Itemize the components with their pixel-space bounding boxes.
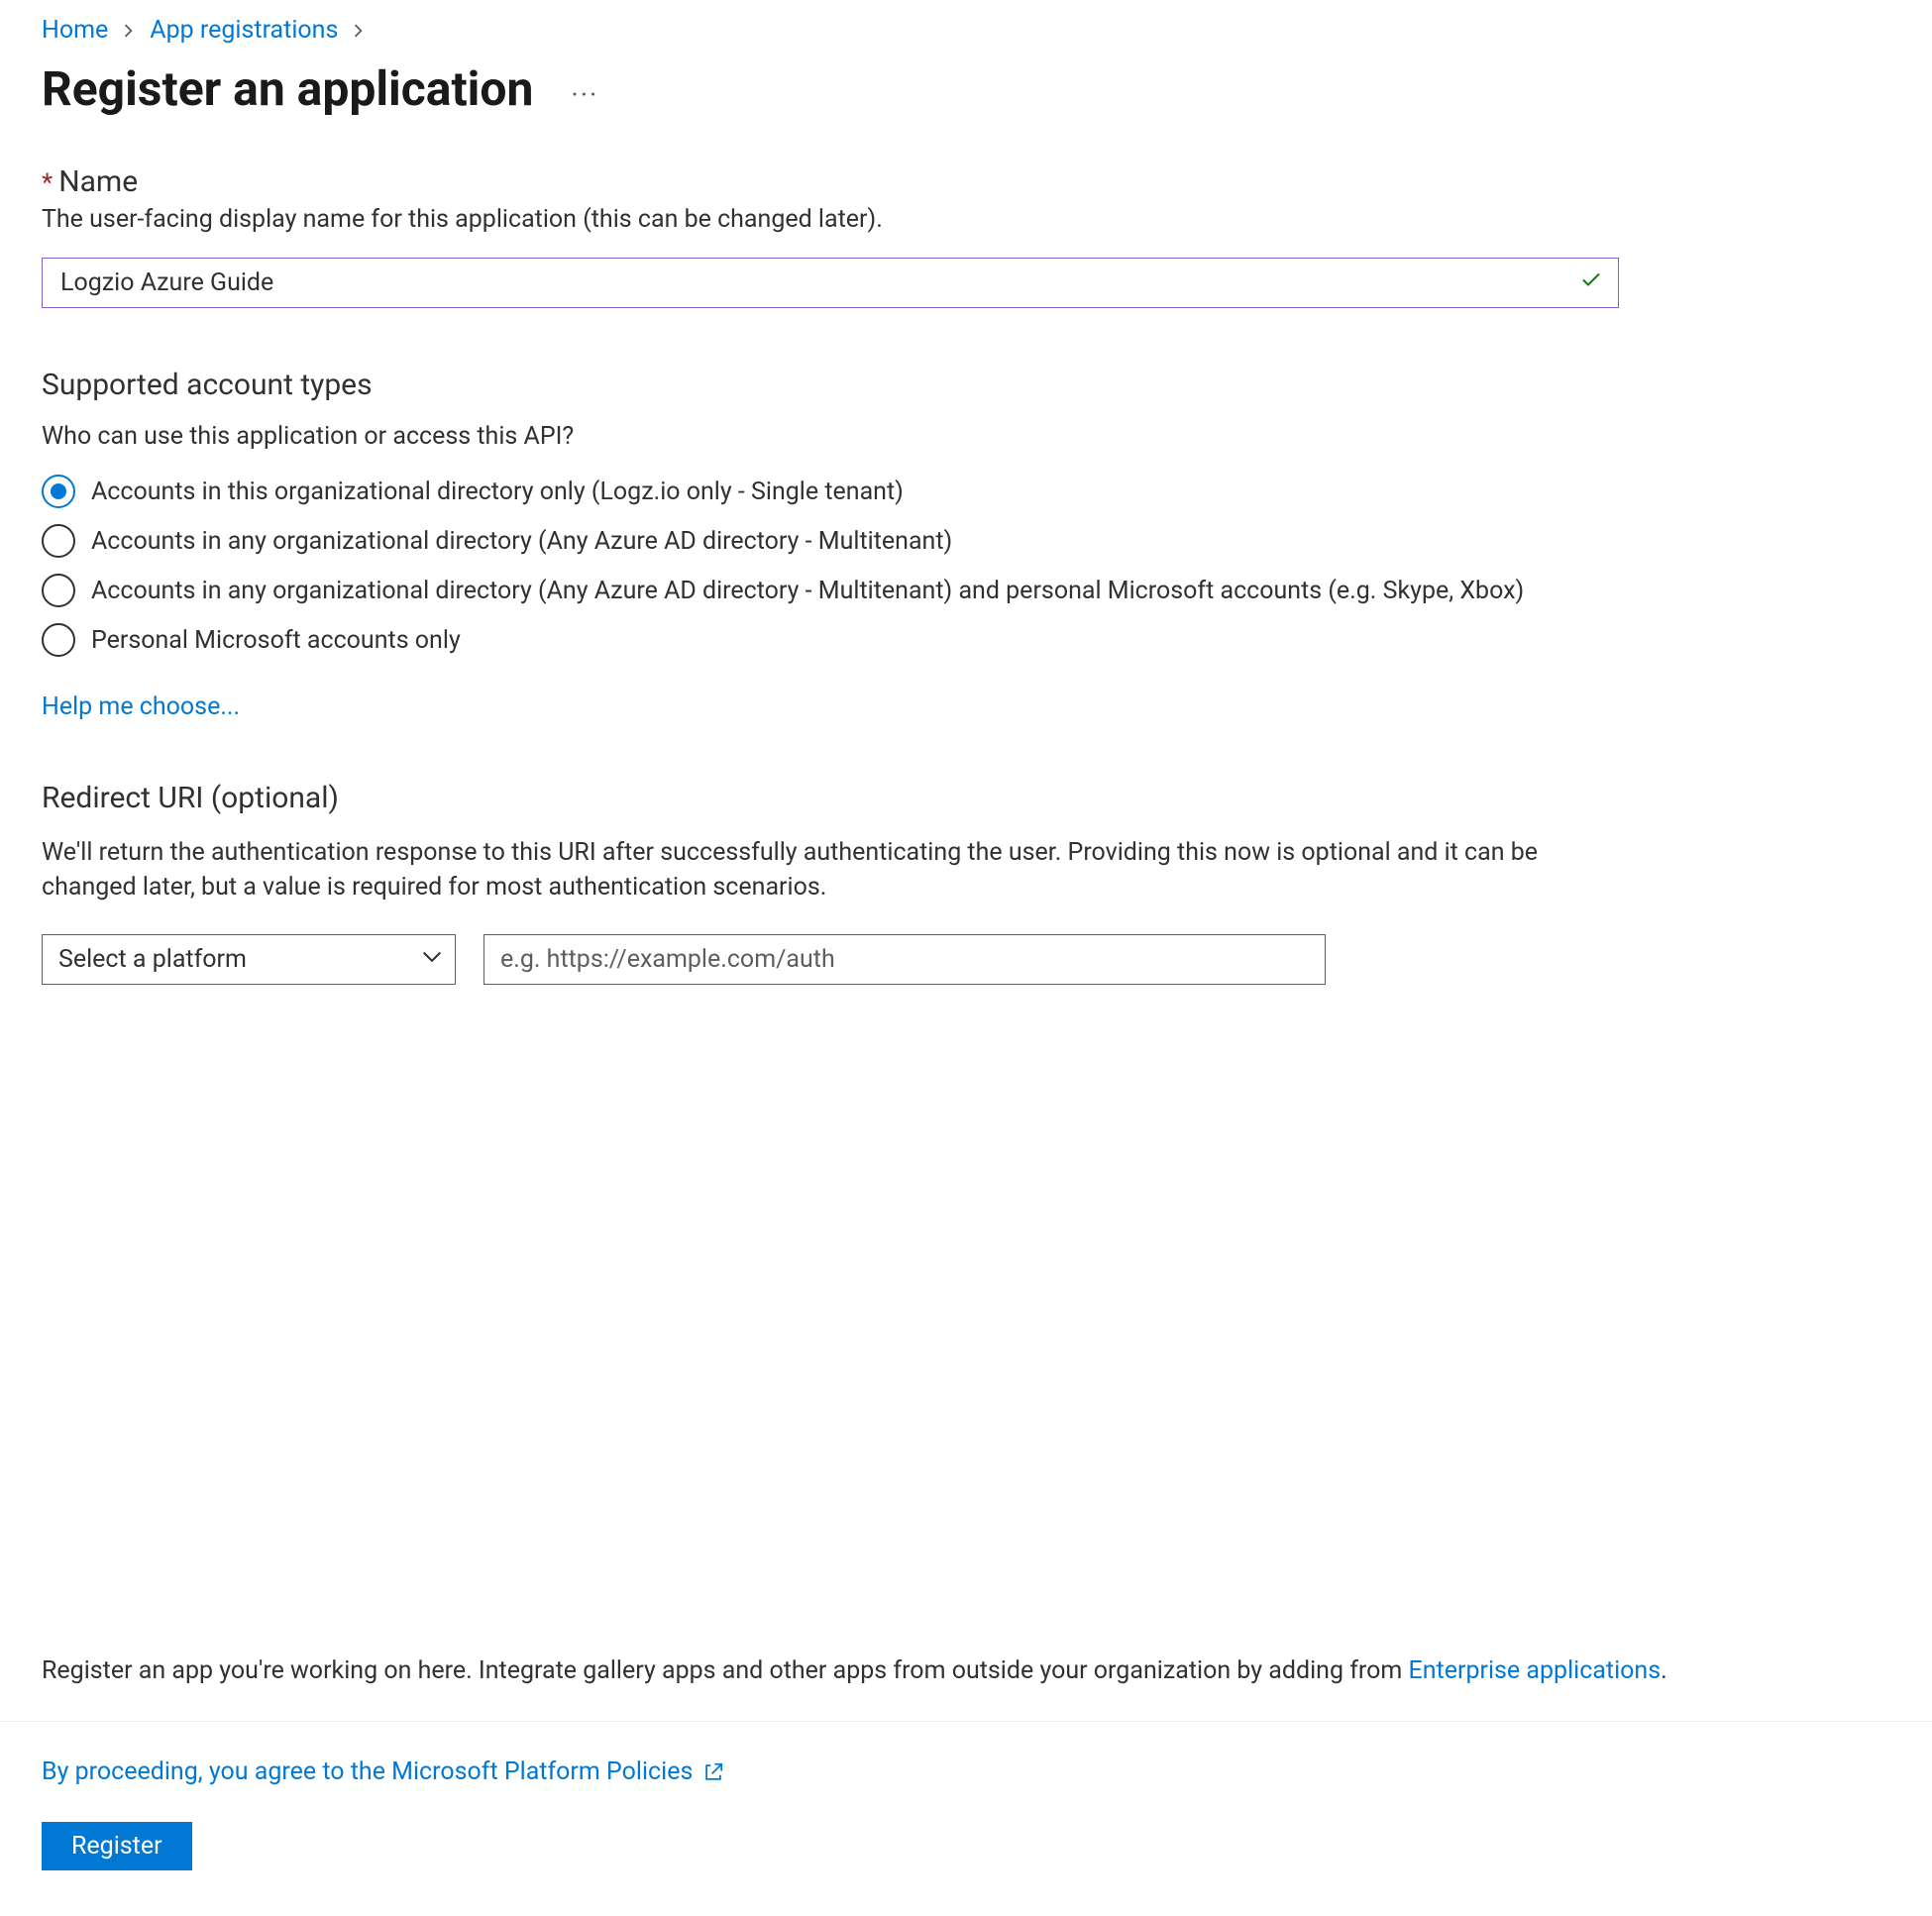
radio-icon	[42, 574, 75, 607]
redirect-uri-description: We'll return the authentication response…	[42, 835, 1617, 905]
breadcrumb: Home App registrations	[0, 0, 1932, 53]
radio-icon	[42, 524, 75, 558]
radio-multitenant[interactable]: Accounts in any organizational directory…	[42, 524, 1890, 558]
page-title-row: Register an application ···	[0, 53, 1932, 164]
radio-label: Personal Microsoft accounts only	[91, 626, 461, 655]
platform-policies-link[interactable]: By proceeding, you agree to the Microsof…	[42, 1757, 724, 1786]
redirect-uri-heading: Redirect URI (optional)	[42, 781, 1890, 815]
integrate-text: Register an app you're working on here. …	[0, 1656, 1932, 1721]
radio-personal-only[interactable]: Personal Microsoft accounts only	[42, 623, 1890, 657]
radio-multitenant-personal[interactable]: Accounts in any organizational directory…	[42, 574, 1890, 607]
enterprise-applications-link[interactable]: Enterprise applications	[1409, 1656, 1662, 1685]
chevron-right-icon	[346, 19, 372, 43]
policies-link-text: By proceeding, you agree to the Microsof…	[42, 1757, 693, 1786]
account-types-question: Who can use this application or access t…	[42, 422, 1890, 451]
required-indicator: *	[42, 168, 53, 198]
chevron-right-icon	[116, 19, 142, 43]
radio-icon	[42, 623, 75, 657]
page-title: Register an application	[42, 60, 533, 117]
account-types-heading: Supported account types	[42, 368, 1890, 402]
breadcrumb-link-home[interactable]: Home	[42, 16, 108, 45]
redirect-uri-section: Redirect URI (optional) We'll return the…	[42, 781, 1890, 985]
redirect-uri-input[interactable]	[483, 934, 1326, 985]
register-button[interactable]: Register	[42, 1822, 192, 1870]
platform-select[interactable]: Select a platform	[42, 934, 456, 985]
account-types-radio-group: Accounts in this organizational director…	[42, 475, 1890, 657]
external-link-icon	[702, 1761, 724, 1783]
name-label-text: Name	[58, 164, 138, 199]
radio-single-tenant[interactable]: Accounts in this organizational director…	[42, 475, 1890, 508]
more-actions-button[interactable]: ···	[571, 66, 598, 111]
radio-icon	[42, 475, 75, 508]
checkmark-icon	[1579, 267, 1603, 298]
radio-label: Accounts in any organizational directory…	[91, 577, 1524, 605]
footer: By proceeding, you agree to the Microsof…	[0, 1722, 1932, 1916]
name-field-description: The user-facing display name for this ap…	[42, 205, 1890, 234]
name-field-label: * Name	[42, 164, 1890, 199]
account-types-section: Supported account types Who can use this…	[42, 368, 1890, 721]
name-field-section: * Name The user-facing display name for …	[42, 164, 1890, 308]
integrate-text-before: Register an app you're working on here. …	[42, 1656, 1409, 1685]
name-input[interactable]	[42, 258, 1619, 308]
help-me-choose-link[interactable]: Help me choose...	[42, 692, 240, 721]
integrate-text-after: .	[1661, 1656, 1667, 1685]
platform-select-value: Select a platform	[42, 934, 456, 985]
breadcrumb-link-app-registrations[interactable]: App registrations	[150, 16, 338, 45]
radio-label: Accounts in this organizational director…	[91, 478, 904, 506]
radio-label: Accounts in any organizational directory…	[91, 527, 952, 556]
